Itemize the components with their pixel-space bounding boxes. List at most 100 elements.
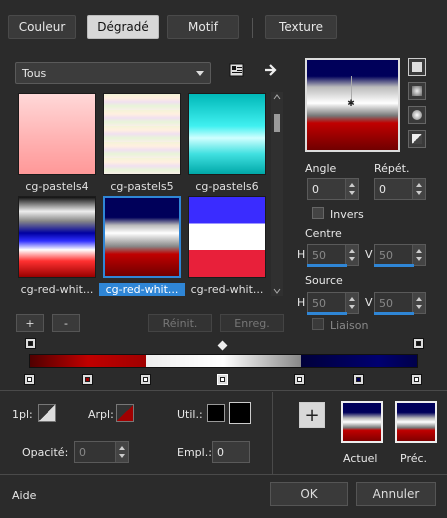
stop-marker <box>28 341 33 346</box>
source-label: Source <box>305 274 343 287</box>
color-stop[interactable] <box>24 374 35 385</box>
radial-gradient-icon <box>412 110 422 120</box>
tab-couleur[interactable]: Couleur <box>8 15 76 39</box>
preset-thumb-red-white-2[interactable] <box>103 196 181 278</box>
center-handle-icon[interactable]: ✱ <box>347 100 355 109</box>
source-v-value: 50 <box>379 296 393 310</box>
center-h-value: 50 <box>312 248 326 262</box>
location-field[interactable]: 0 <box>212 441 250 463</box>
location-value: 0 <box>217 445 224 459</box>
center-v-value: 50 <box>379 248 393 262</box>
preset-grid: cg-pastels4 cg-pastels5 cg-pastels6 cg-r… <box>14 90 270 302</box>
angle-stepper[interactable]: 0 <box>307 178 359 200</box>
stepper-arrows-icon[interactable] <box>345 179 358 199</box>
center-v-stepper[interactable]: 50 <box>374 244 426 266</box>
repeat-stepper[interactable]: 0 <box>374 178 426 200</box>
util-label: Util.: <box>177 408 203 421</box>
opacity-stop-right[interactable] <box>413 338 424 349</box>
ok-button[interactable]: OK <box>270 482 348 506</box>
preset-label: cg-red-whit... <box>20 283 94 296</box>
color-stop[interactable] <box>82 374 93 385</box>
repeat-value: 0 <box>379 182 386 196</box>
stepper-arrows-icon[interactable] <box>345 245 358 265</box>
remove-preset-button[interactable]: - <box>52 314 80 332</box>
stop-marker <box>143 377 148 382</box>
stop-marker <box>297 377 302 382</box>
util-color-black-2[interactable] <box>229 402 251 424</box>
color-stop-selected[interactable] <box>217 374 228 385</box>
center-h-stepper[interactable]: 50 <box>307 244 359 266</box>
source-v-slider[interactable] <box>374 312 414 315</box>
source-h-value: 50 <box>312 296 326 310</box>
first-plane-color-button[interactable] <box>38 404 56 422</box>
preset-thumb-red-white-3[interactable] <box>188 196 266 278</box>
link-checkbox[interactable] <box>312 318 324 330</box>
conic-gradient-button[interactable] <box>408 130 426 148</box>
library-icon[interactable] <box>229 63 244 77</box>
help-link[interactable]: Aide <box>12 489 36 502</box>
stepper-arrows-icon[interactable] <box>412 245 425 265</box>
reset-button[interactable]: Réinit. <box>148 314 212 332</box>
source-v-stepper[interactable]: 50 <box>374 292 426 314</box>
arrow-right-icon[interactable] <box>264 63 278 77</box>
current-label: Actuel <box>343 452 378 465</box>
stepper-arrows-icon[interactable] <box>345 293 358 313</box>
preset-thumb-pastels4[interactable] <box>18 93 96 175</box>
library-icon-glyph <box>229 63 244 77</box>
cancel-button[interactable]: Annuler <box>356 482 436 506</box>
color-stop[interactable] <box>411 374 422 385</box>
preset-label: cg-pastels4 <box>25 180 89 193</box>
rectangular-gradient-button[interactable] <box>408 82 426 100</box>
linear-gradient-icon <box>412 62 422 72</box>
current-swatch[interactable] <box>341 401 383 443</box>
stepper-arrows-icon[interactable] <box>412 179 425 199</box>
arrow-right-glyph <box>265 64 277 76</box>
center-v-slider[interactable] <box>374 264 414 267</box>
divider <box>0 474 447 475</box>
repeat-label: Répét. <box>374 162 410 175</box>
radial-gradient-button[interactable] <box>408 106 426 124</box>
util-color-black[interactable] <box>207 404 225 422</box>
conic-gradient-icon <box>412 134 422 144</box>
category-dropdown-value: Tous <box>22 66 47 80</box>
opacity-stop-left[interactable] <box>25 338 36 349</box>
center-h-label: H <box>297 248 306 261</box>
color-stop[interactable] <box>140 374 151 385</box>
category-dropdown[interactable]: Tous <box>15 62 211 84</box>
rectangular-gradient-icon <box>412 86 422 96</box>
tab-degrade[interactable]: Dégradé <box>87 15 159 39</box>
midpoint-diamond-icon[interactable] <box>217 340 228 351</box>
stepper-arrows-icon[interactable] <box>115 442 128 462</box>
save-preset-button[interactable]: Enreg. <box>220 314 284 332</box>
gradient-preview[interactable]: ✱ <box>305 58 400 152</box>
center-label: Centre <box>305 227 342 240</box>
angle-label: Angle <box>305 162 337 175</box>
back-plane-color-button[interactable] <box>116 404 134 422</box>
stop-marker <box>416 341 421 346</box>
preset-label: cg-pastels5 <box>110 180 174 193</box>
preset-scrollbar[interactable] <box>271 92 283 296</box>
previous-swatch[interactable] <box>395 401 437 443</box>
linear-gradient-button[interactable] <box>408 58 426 76</box>
tab-texture[interactable]: Texture <box>265 15 337 39</box>
source-h-label: H <box>297 296 306 309</box>
gradient-bar[interactable] <box>29 354 418 368</box>
preset-thumb-pastels6[interactable] <box>188 93 266 175</box>
stepper-arrows-icon[interactable] <box>412 293 425 313</box>
stop-marker <box>27 377 32 382</box>
color-stop[interactable] <box>353 374 364 385</box>
invert-checkbox[interactable] <box>312 207 324 219</box>
preset-thumb-pastels5[interactable] <box>103 93 181 175</box>
preset-thumb-red-white-1[interactable] <box>18 196 96 278</box>
back-plane-label: Arpl: <box>88 408 114 421</box>
stop-marker <box>220 377 225 382</box>
add-preset-button[interactable]: + <box>16 314 44 332</box>
add-swatch-button[interactable]: + <box>299 402 325 428</box>
tab-motif[interactable]: Motif <box>167 15 239 39</box>
source-h-slider[interactable] <box>307 312 347 315</box>
center-h-slider[interactable] <box>307 264 347 267</box>
source-h-stepper[interactable]: 50 <box>307 292 359 314</box>
color-stop[interactable] <box>294 374 305 385</box>
stop-marker <box>414 377 419 382</box>
opacity-stepper[interactable]: 0 <box>74 441 129 463</box>
